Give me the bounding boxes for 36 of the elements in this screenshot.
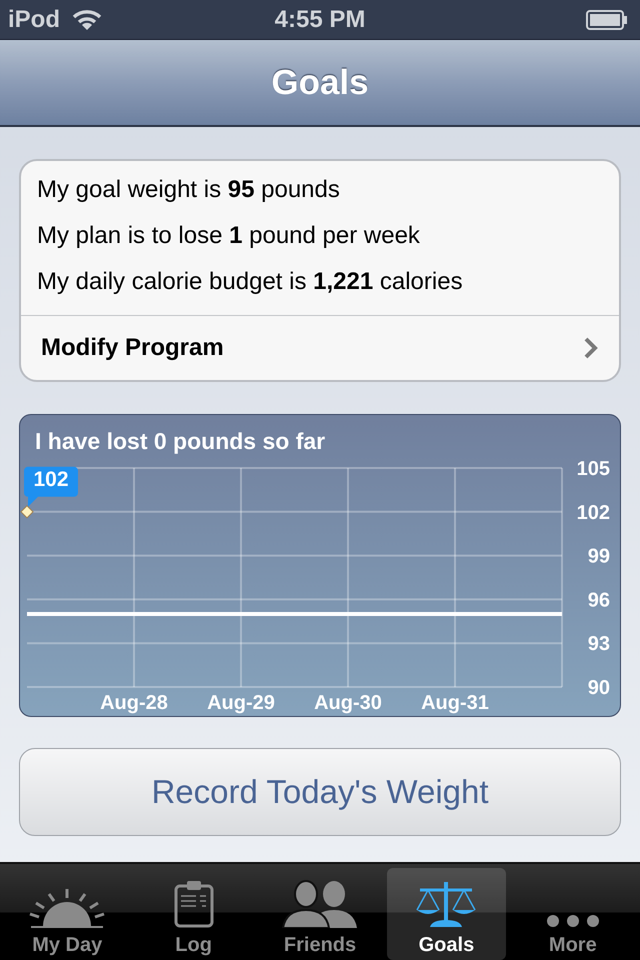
- x-tick-label: Aug-29: [207, 692, 275, 714]
- goal-summary-text: My daily calorie budget is 1,221 calories: [37, 267, 464, 297]
- people-icon: [282, 880, 358, 928]
- battery-icon: [586, 10, 628, 30]
- modify-program-label: Modify Program: [41, 334, 224, 362]
- value-callout: 102: [24, 466, 78, 507]
- chevron-icon: [583, 336, 599, 360]
- carrier-name: iPod: [8, 6, 60, 34]
- sunrise-icon: [29, 888, 106, 928]
- clipboard-icon: [174, 880, 214, 928]
- annotation: 102: [33, 468, 69, 491]
- goal-summary-text: My goal weight is 95 pounds: [37, 175, 341, 205]
- y-tick-label: 102: [576, 502, 610, 524]
- status-time: 4:55 PM: [274, 6, 366, 34]
- chart-title: I have lost 0 pounds so far: [34, 427, 326, 456]
- y-tick-label: 96: [588, 589, 610, 612]
- y-tick-label: 99: [588, 546, 610, 568]
- x-tick-label: Aug-30: [314, 692, 382, 714]
- scale-icon: [414, 880, 478, 928]
- screen-title: Goals: [271, 62, 369, 102]
- y-tick-label: 90: [588, 677, 610, 699]
- more-icon: [546, 914, 600, 928]
- tab-item[interactable]: More: [514, 868, 632, 960]
- x-tick-label: Aug-31: [421, 692, 489, 714]
- tab-item[interactable]: My Day: [8, 868, 126, 960]
- record-weight-button[interactable]: Record Today's Weight: [19, 748, 621, 836]
- modify-program-row[interactable]: Modify Program: [21, 315, 619, 380]
- y-tick-label: 105: [576, 458, 610, 480]
- tab-item[interactable]: Log: [134, 868, 253, 960]
- y-tick-label: 93: [588, 633, 610, 656]
- data-point: [20, 505, 34, 518]
- tab-item[interactable]: Goals: [387, 868, 506, 960]
- x-tick-label: Aug-28: [100, 692, 168, 714]
- wifi-icon: [72, 8, 102, 30]
- tab-item[interactable]: Friends: [260, 868, 380, 960]
- goal-summary-text: My plan is to lose 1 pound per week: [37, 221, 421, 251]
